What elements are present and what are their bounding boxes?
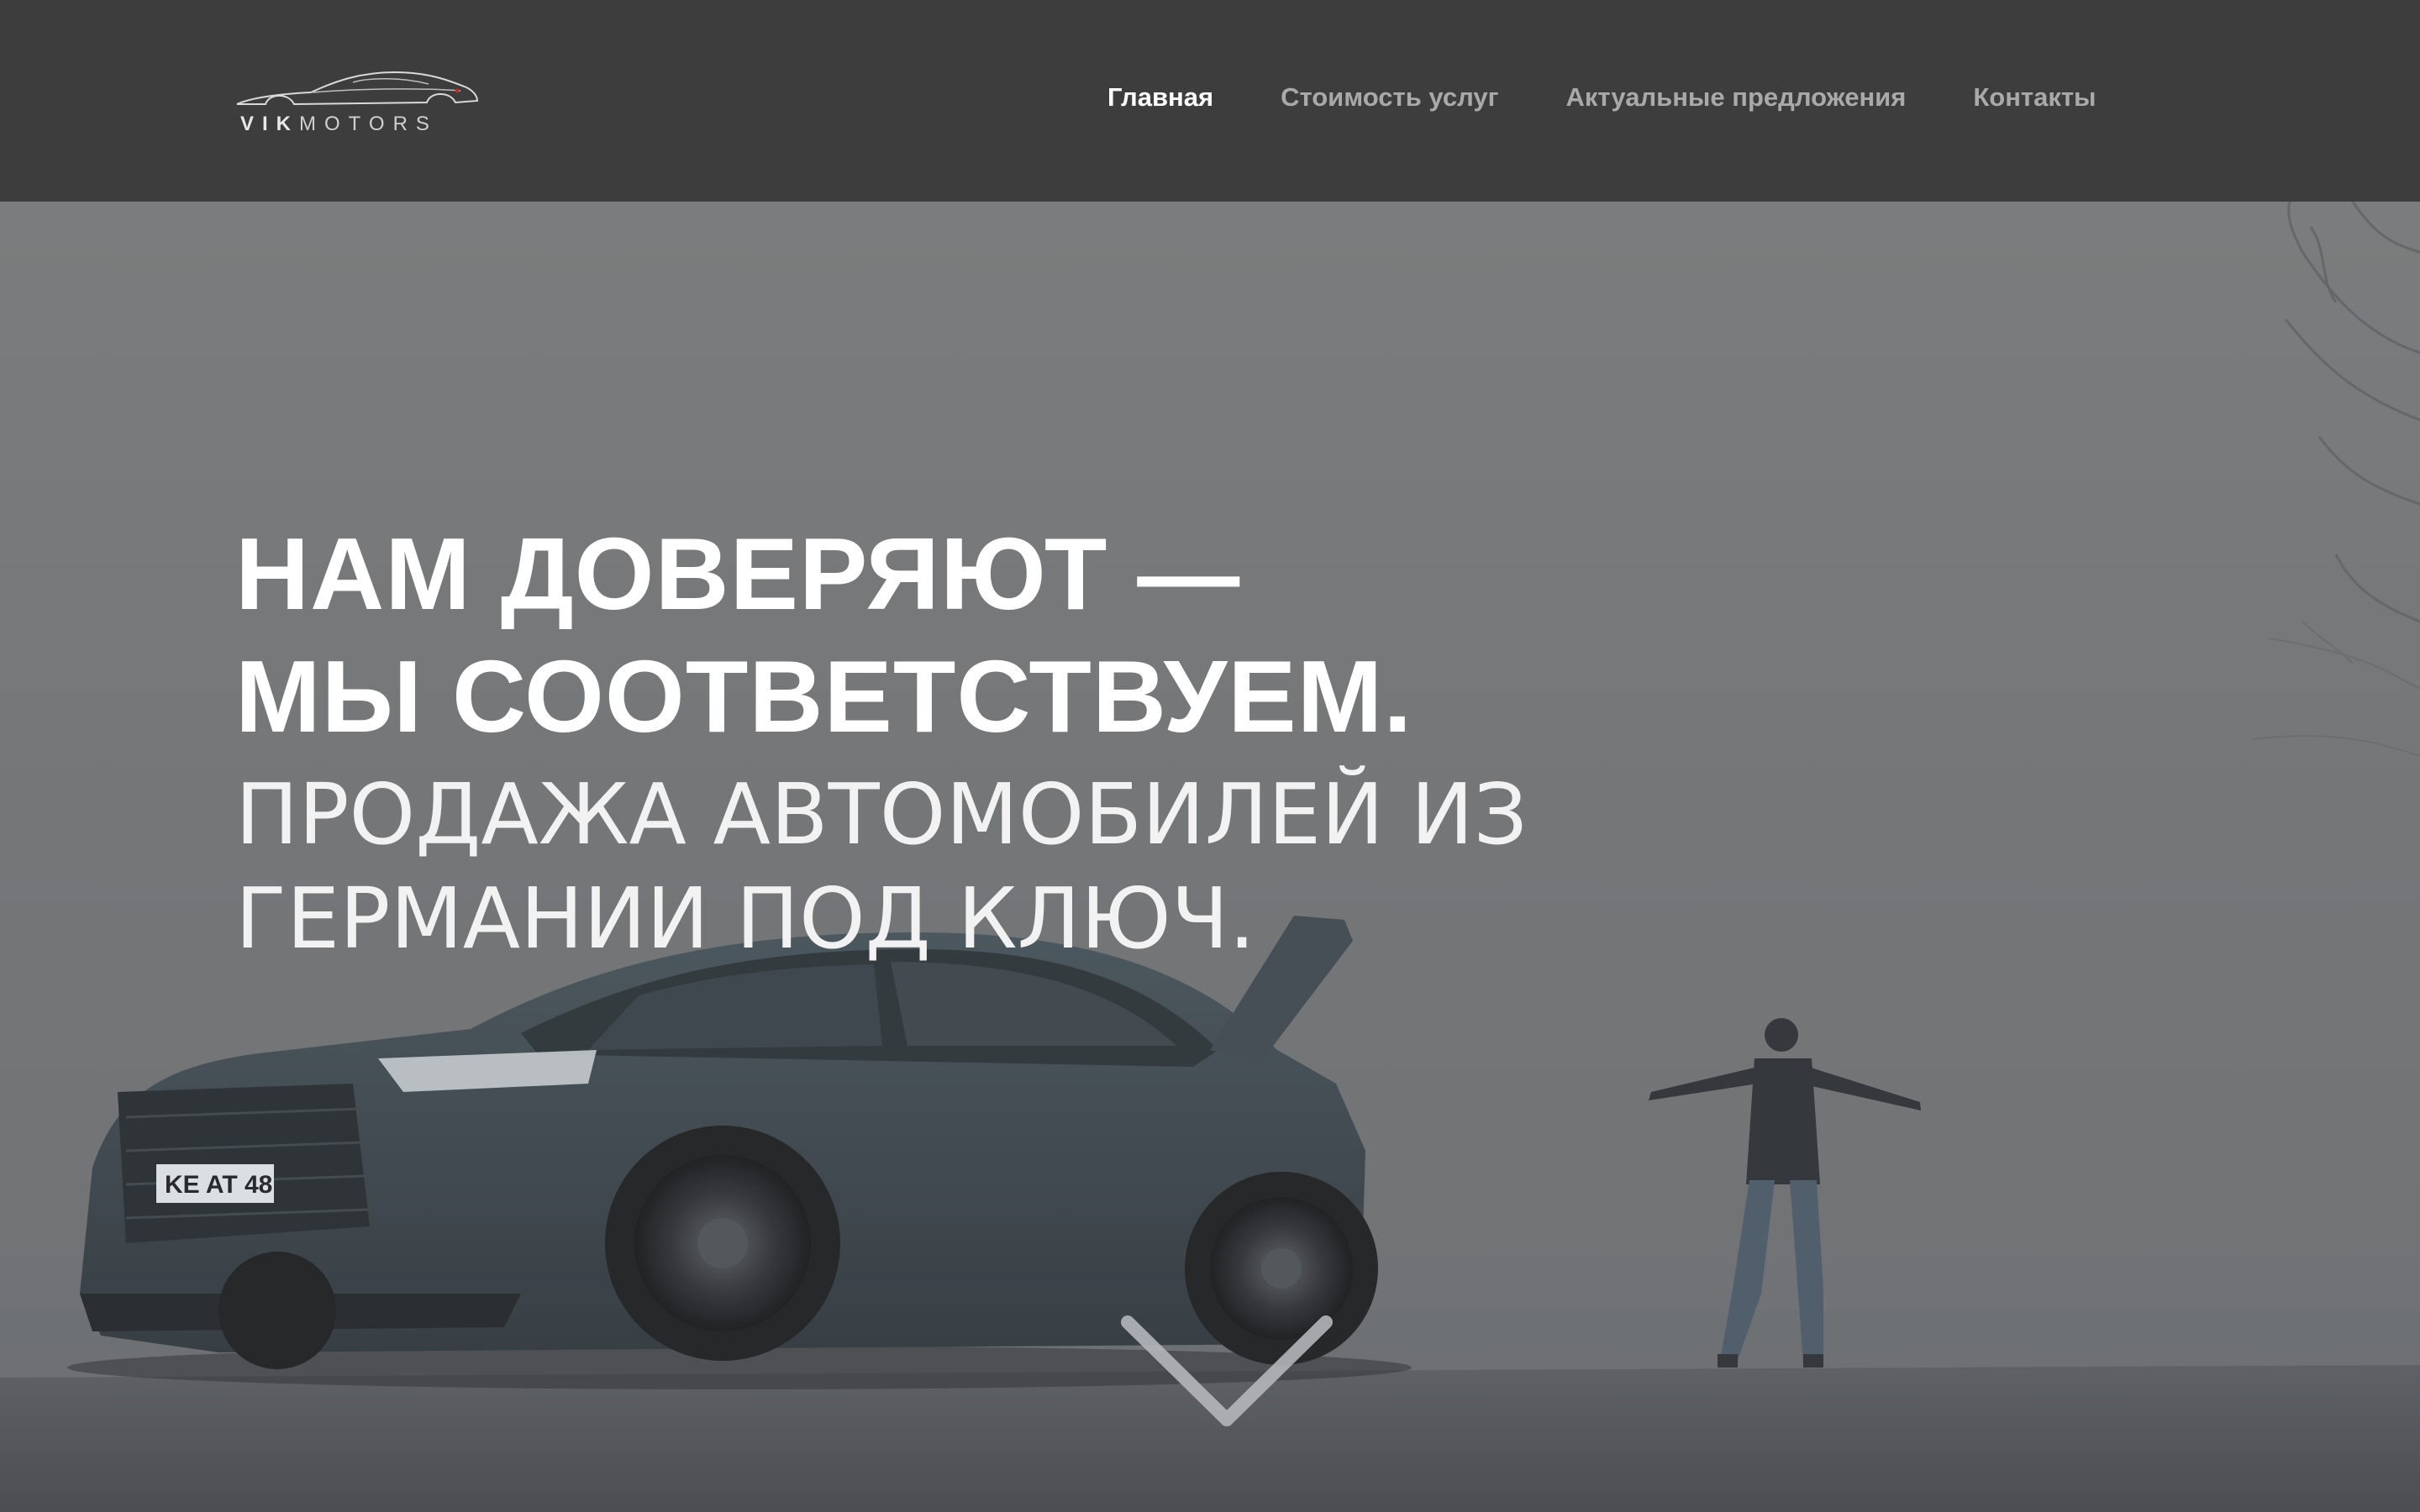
logo[interactable]: VIKMOTORS — [235, 60, 479, 144]
nav-item-contacts[interactable]: Контакты — [1973, 82, 2096, 113]
nav-item-offers[interactable]: Актуальные предложения — [1566, 82, 1907, 113]
car-silhouette-icon — [236, 71, 479, 106]
site-header: VIKMOTORS Главная Стоимость услуг Актуал… — [0, 0, 2420, 202]
logo-wordmark: VIKMOTORS — [240, 113, 438, 136]
chevron-down-icon[interactable] — [1116, 1310, 1338, 1436]
logo-text-vik: VIK — [240, 113, 300, 135]
logo-text-motors: MOTORS — [299, 113, 438, 135]
nav-item-home[interactable]: Главная — [1107, 82, 1213, 113]
nav-item-pricing[interactable]: Стоимость услуг — [1281, 82, 1498, 113]
hero-subtitle-line-1: ПРОДАЖА АВТОМОБИЛЕЙ ИЗ — [235, 765, 1528, 864]
hero-title-line-2: МЫ СООТВЕТСТВУЕМ. — [235, 639, 1413, 753]
hero-title-line-1: НАМ ДОВЕРЯЮТ — — [235, 517, 1241, 631]
hero-subtitle-line-2: ГЕРМАНИИ ПОД КЛЮЧ. — [235, 869, 1256, 968]
page: KE AT 48 VIKMOTORS Главная Стоимость усл… — [0, 0, 2420, 1512]
hero-headline: НАМ ДОВЕРЯЮТ — МЫ СООТВЕТСТВУЕМ. ПРОДАЖА… — [235, 512, 1528, 971]
main-nav: Главная Стоимость услуг Актуальные предл… — [1107, 82, 2096, 113]
